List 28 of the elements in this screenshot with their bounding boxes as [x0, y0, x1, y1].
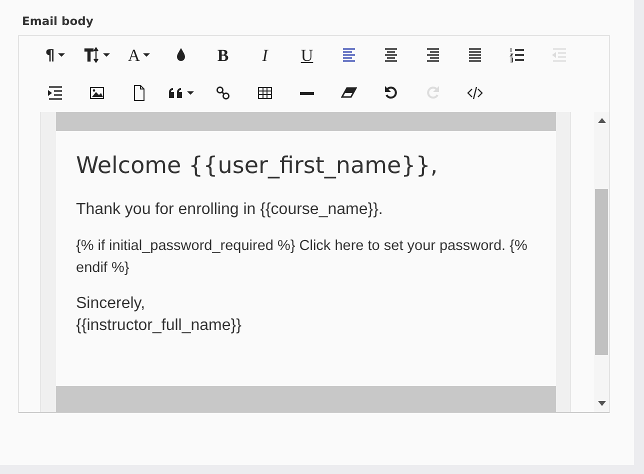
align-right-icon	[425, 46, 441, 64]
code-icon	[467, 84, 483, 102]
justify-icon	[467, 46, 483, 64]
email-paragraph: Thank you for enrolling in {{course_name}}.	[76, 200, 384, 220]
image-icon	[89, 84, 105, 102]
horizontal-line-icon	[300, 92, 314, 94]
email-paragraph: Sincerely, {{instructor_full_name}}	[76, 294, 242, 336]
underline-button[interactable]: U	[286, 39, 328, 71]
indent-icon	[47, 84, 63, 102]
font-size-icon	[84, 46, 100, 64]
ordered-list-icon	[509, 46, 525, 64]
scroll-up-icon[interactable]	[598, 118, 606, 123]
scrollbar-thumb[interactable]	[595, 189, 608, 355]
email-paragraph: {% if initial_password_required %} Click here to set your password. {% endif %}	[76, 237, 528, 278]
email-heading: Welcome {{user_first_name}},	[76, 153, 439, 179]
link-icon	[215, 84, 231, 102]
bold-button[interactable]: B	[202, 39, 244, 71]
scroll-down-icon[interactable]	[598, 401, 606, 406]
italic-button[interactable]: I	[244, 39, 286, 71]
font-family-button[interactable]: A	[118, 39, 160, 71]
field-label: Email body	[22, 14, 94, 28]
align-center-icon	[383, 46, 399, 64]
paragraph-button[interactable]: ¶	[34, 39, 76, 71]
table-icon	[257, 84, 273, 102]
file-icon	[131, 84, 147, 102]
outdent-icon	[551, 46, 567, 64]
scrollbar[interactable]	[594, 112, 609, 412]
align-left-icon	[341, 46, 357, 64]
